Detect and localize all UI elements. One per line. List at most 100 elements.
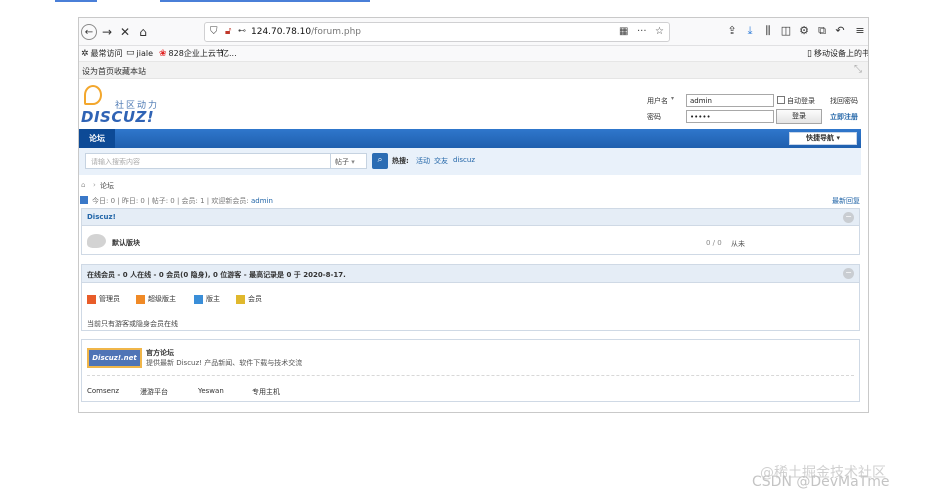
member-icon [236, 294, 245, 304]
bookmark-site-link[interactable]: 收藏本站 [114, 66, 146, 77]
discuz-net-logo[interactable]: Discuz!.net [87, 348, 142, 368]
breadcrumb[interactable]: 论坛 [100, 181, 114, 191]
close-icon[interactable]: ✕ [117, 24, 133, 40]
breadcrumb-separator: › [93, 181, 96, 189]
friend-links-panel: Discuz!.net 官方论坛 提供最新 Discuz! 产品新闻、软件下载与… [81, 339, 860, 402]
online-empty-text: 当前只有游客或隐身会员在线 [87, 320, 178, 328]
star-icon[interactable]: ☆ [655, 26, 664, 37]
legend-member: 会员 [236, 294, 262, 304]
legend-super-moderator: 超级版主 [136, 294, 176, 304]
bookmark-most-visited[interactable]: ✲ 最常访问 [81, 48, 123, 59]
search-input[interactable]: 请输入搜索内容 [85, 153, 331, 169]
search-button[interactable]: ⌕ [372, 153, 388, 169]
search-icon: ⌕ [377, 155, 383, 165]
site-toolbar: 设为首页 收藏本站 ⤡ [79, 62, 868, 79]
text-link[interactable]: 漫游平台 [140, 387, 168, 397]
legend-admin: 管理员 [87, 294, 120, 304]
auto-login-checkbox[interactable] [777, 96, 785, 104]
browser-navbar: ← → ✕ ⌂ ⛉ 🔓︎ ⊷ 124.70.78.10/forum.php ▦ … [79, 18, 868, 46]
mobile-icon: ▯ [807, 48, 812, 59]
screenshot-icon[interactable]: ⧉ [815, 24, 829, 38]
bookmark-yi[interactable]: 亿... [221, 48, 237, 59]
moderator-icon [194, 294, 203, 304]
bookmarks-bar: ✲最常访问 ▭jiale ❀828企业上云节 亿... ▯移动设备上的书签 [79, 46, 868, 62]
auto-login-label: 自动登录 [787, 97, 815, 105]
panel-header: 在线会员 - 0 人在线 - 0 会员(0 隐身), 0 位游客 - 最高记录是… [82, 265, 859, 283]
new-member-link[interactable]: admin [251, 197, 273, 205]
category-title[interactable]: Discuz! [87, 213, 116, 221]
logo[interactable]: DISCUZ! [81, 108, 154, 126]
legend-moderator: 版主 [194, 294, 220, 304]
upload-icon[interactable]: ⇪ [725, 24, 739, 37]
register-link[interactable]: 立即注册 [830, 112, 858, 122]
url-bar[interactable]: ⛉ 🔓︎ ⊷ 124.70.78.10/forum.php ▦ ··· ☆ [204, 22, 670, 42]
library-icon[interactable]: ⫼ [761, 24, 775, 38]
gear-icon: ✲ [81, 48, 89, 59]
expand-icon[interactable]: ⤡ [854, 64, 862, 75]
shield-icon: ⛉ [210, 26, 218, 37]
text-link[interactable]: Comsenz [87, 387, 119, 395]
chevron-down-icon: ▾ [836, 134, 840, 142]
online-title[interactable]: 在线会员 - 0 人在线 - 0 会员(0 隐身), 0 位游客 - 最高记录是… [87, 270, 346, 280]
chevron-down-icon[interactable]: ▾ [671, 95, 674, 102]
search-bar: 请输入搜索内容 帖子 ▾ ⌕ 热搜: 活动 交友 discuz [79, 148, 861, 175]
hot-link[interactable]: 交友 [434, 156, 448, 166]
collapse-icon[interactable]: − [843, 268, 854, 279]
main-nav: 论坛 快捷导航 ▾ [79, 129, 861, 148]
latest-reply-link[interactable]: 最新回复 [832, 196, 860, 206]
hot-link[interactable]: 活动 [416, 156, 430, 166]
folder-icon: ▭ [126, 48, 135, 58]
extension-icon[interactable]: ⚙ [797, 24, 811, 37]
sidebar-icon[interactable]: ◫ [779, 24, 793, 37]
logo-bubble-icon [84, 85, 102, 105]
online-members-panel: 在线会员 - 0 人在线 - 0 会员(0 隐身), 0 位游客 - 最高记录是… [81, 264, 860, 331]
find-password-link[interactable]: 找回密码 [830, 96, 858, 106]
home-icon[interactable]: ⌂ [135, 24, 151, 40]
more-icon[interactable]: ··· [637, 26, 647, 37]
chevron-down-icon: ▾ [351, 158, 355, 166]
password-field[interactable]: ••••• [686, 110, 774, 123]
forum-stats: 今日: 0 | 昨日: 0 | 帖子: 0 | 会员: 1 | 欢迎新会员: a… [92, 197, 273, 205]
tab-forum[interactable]: 论坛 [79, 129, 115, 148]
password-label: 密码 [647, 113, 661, 121]
connection-icon: ⊷ [238, 26, 246, 35]
panel-header: Discuz! − [82, 209, 859, 226]
watermark: CSDN @DevMaTme [752, 474, 890, 490]
huawei-icon: ❀ [159, 48, 167, 59]
menu-icon[interactable]: ≡ [853, 24, 867, 37]
undo-icon[interactable]: ↶ [833, 24, 847, 37]
login-button[interactable]: 登录 [776, 109, 822, 124]
forward-arrow-icon[interactable]: → [99, 24, 115, 40]
insecure-lock-icon: 🔓︎ [225, 26, 232, 37]
link-name[interactable]: 官方论坛 [146, 348, 174, 358]
back-arrow-icon[interactable]: ← [81, 24, 97, 40]
forum-bubble-icon [87, 234, 106, 248]
qr-code-icon[interactable]: ▦ [619, 26, 628, 37]
forum-post-count: 0 / 0 [706, 239, 722, 247]
quick-nav-button[interactable]: 快捷导航 ▾ [789, 132, 857, 145]
admin-icon [87, 294, 96, 304]
bookmark-828[interactable]: ❀ 828企业上云节 [159, 48, 224, 59]
download-icon[interactable]: ⤓ [743, 24, 757, 38]
mobile-bookmarks[interactable]: ▯移动设备上的书签 [807, 48, 868, 59]
hot-search-label: 热搜: [392, 157, 409, 165]
username-field[interactable]: admin [686, 94, 774, 107]
set-home-link[interactable]: 设为首页 [82, 66, 114, 77]
browser-window: ← → ✕ ⌂ ⛉ 🔓︎ ⊷ 124.70.78.10/forum.php ▦ … [78, 17, 869, 413]
text-link[interactable]: Yeswan [198, 387, 224, 395]
hot-link[interactable]: discuz [453, 156, 475, 164]
link-description: 提供最新 Discuz! 产品新闻、软件下载与技术交流 [146, 359, 303, 367]
super-moderator-icon [136, 294, 145, 304]
top-link-underline [160, 0, 370, 2]
forum-last-post: 从未 [731, 240, 745, 248]
collapse-icon[interactable]: − [843, 212, 854, 223]
username-label: 用户名 [647, 97, 668, 105]
top-link-underline [55, 0, 97, 2]
search-type-select[interactable]: 帖子 ▾ [331, 153, 367, 169]
forum-category-panel: Discuz! − 默认版块 0 / 0 从未 [81, 208, 860, 255]
bookmark-jiale[interactable]: ▭ jiale [126, 48, 153, 58]
text-link[interactable]: 专用主机 [252, 387, 280, 397]
stats-icon [80, 196, 88, 204]
forum-name[interactable]: 默认版块 [112, 238, 140, 248]
home-icon[interactable]: ⌂ [81, 181, 85, 189]
